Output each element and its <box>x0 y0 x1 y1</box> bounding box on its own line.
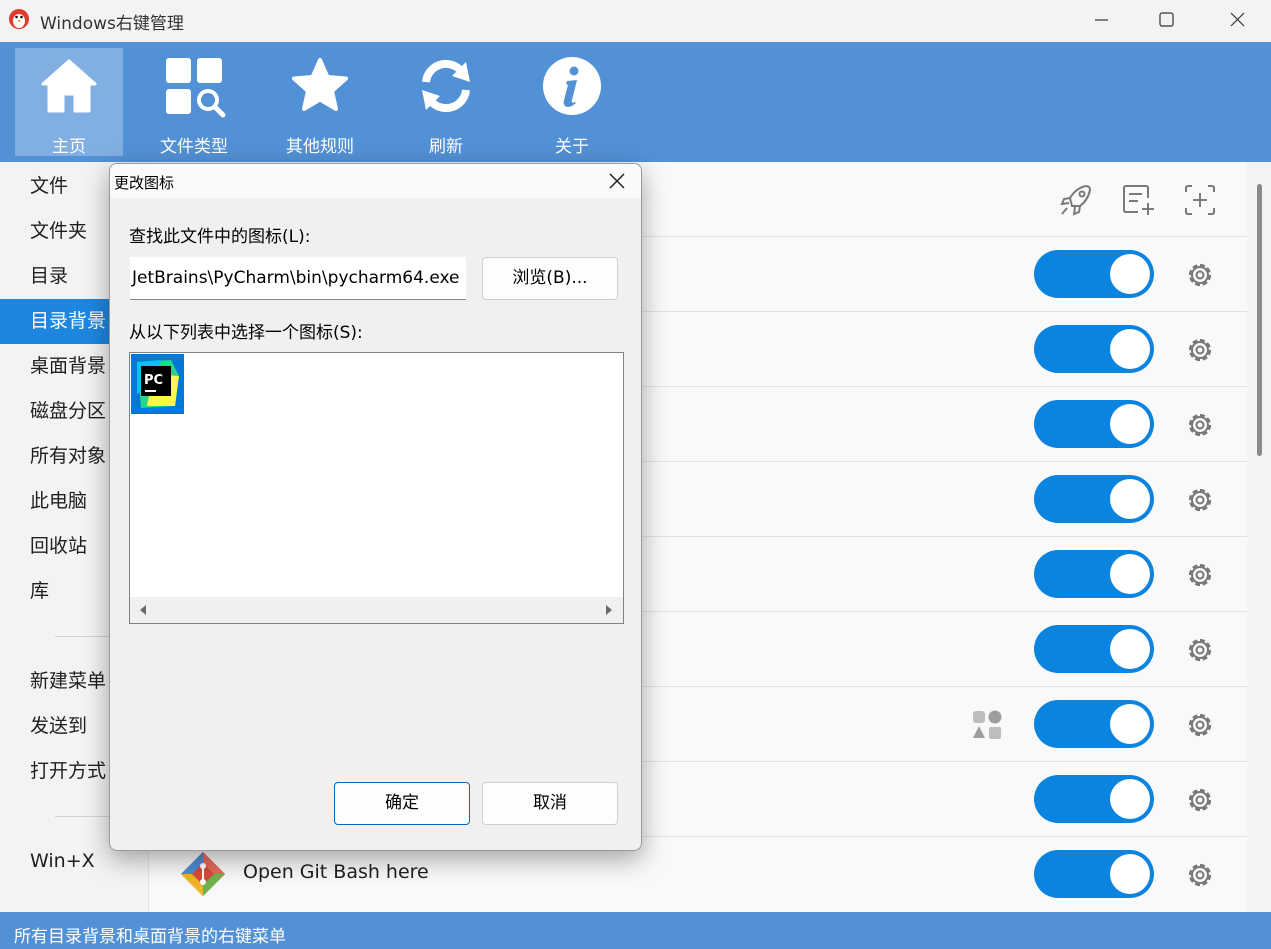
enable-toggle[interactable] <box>1034 400 1154 448</box>
refresh-icon <box>422 59 470 113</box>
gear-icon[interactable] <box>1183 783 1217 817</box>
tool-home-label: 主页 <box>52 137 86 157</box>
gear-icon[interactable] <box>1183 858 1217 892</box>
select-icon-label: 从以下列表中选择一个图标(S): <box>129 323 363 343</box>
minimize-button[interactable] <box>1078 4 1124 36</box>
gear-icon[interactable] <box>1183 333 1217 367</box>
vertical-scrollbar[interactable] <box>1247 162 1271 912</box>
main-toolbar: 主页 文件类型 其他规则 刷新 关于 <box>0 42 1271 162</box>
tool-home[interactable]: 主页 <box>15 48 123 157</box>
gear-icon[interactable] <box>1183 558 1217 592</box>
toggle-knob <box>1110 479 1150 519</box>
pycharm-icon-text: PC <box>144 373 163 388</box>
icon-file-path-value: JetBrains\PyCharm\bin\pycharm64.exe <box>132 268 460 288</box>
status-text: 所有目录背景和桌面背景的右键菜单 <box>14 927 286 947</box>
enable-toggle[interactable] <box>1034 775 1154 823</box>
gear-icon[interactable] <box>1183 633 1217 667</box>
title-bar: Windows右键管理 <box>0 0 1271 42</box>
enable-toggle[interactable] <box>1034 625 1154 673</box>
browse-button[interactable]: 浏览(B)... <box>482 257 618 300</box>
tool-about-label: 关于 <box>555 137 589 157</box>
tool-file-types-label: 文件类型 <box>160 137 228 157</box>
icon-list-hscrollbar[interactable] <box>130 597 623 623</box>
rocket-icon[interactable] <box>1056 180 1096 220</box>
info-icon <box>543 57 601 115</box>
ok-button[interactable]: 确定 <box>334 782 470 825</box>
enable-toggle[interactable] <box>1034 550 1154 598</box>
icon-file-path-input[interactable]: JetBrains\PyCharm\bin\pycharm64.exe <box>130 257 466 300</box>
app-icon <box>9 9 29 29</box>
gear-icon[interactable] <box>1183 708 1217 742</box>
git-icon <box>181 852 225 896</box>
gear-icon[interactable] <box>1183 483 1217 517</box>
icon-list-item-selected[interactable]: PC <box>131 354 184 414</box>
dialog-title-bar: 更改图标 <box>110 164 641 198</box>
change-icon-dialog: 更改图标 查找此文件中的图标(L): JetBrains\PyCharm\bin… <box>109 163 642 851</box>
toggle-knob <box>1110 554 1150 594</box>
shapes-icon <box>973 710 1002 739</box>
icon-list[interactable]: PC <box>129 352 624 624</box>
close-button[interactable] <box>1214 4 1260 36</box>
dialog-title: 更改图标 <box>114 174 175 192</box>
status-bar: 所有目录背景和桌面背景的右键菜单 <box>0 912 1271 949</box>
toggle-knob <box>1110 854 1150 894</box>
star-icon <box>292 58 348 111</box>
dialog-close-button[interactable] <box>600 167 634 195</box>
gear-icon[interactable] <box>1183 258 1217 292</box>
filetype-search-icon <box>166 58 226 118</box>
toggle-knob <box>1110 779 1150 819</box>
tool-file-types[interactable]: 文件类型 <box>140 48 248 157</box>
tool-refresh-label: 刷新 <box>429 137 463 157</box>
enable-toggle[interactable] <box>1034 850 1154 898</box>
cancel-button[interactable]: 取消 <box>482 782 618 825</box>
pycharm-icon: PC <box>131 354 184 414</box>
toggle-knob <box>1110 254 1150 294</box>
tool-other-rules-label: 其他规则 <box>286 137 354 157</box>
maximize-button[interactable] <box>1143 4 1189 36</box>
gear-icon[interactable] <box>1183 408 1217 442</box>
home-icon <box>41 59 97 113</box>
row-label: Open Git Bash here <box>243 861 429 883</box>
enable-toggle[interactable] <box>1034 475 1154 523</box>
toggle-knob <box>1110 404 1150 444</box>
tool-other-rules[interactable]: 其他规则 <box>266 48 374 157</box>
enable-toggle[interactable] <box>1034 250 1154 298</box>
add-note-icon[interactable] <box>1118 180 1158 220</box>
enable-toggle[interactable] <box>1034 700 1154 748</box>
toggle-knob <box>1110 704 1150 744</box>
find-icon-label: 查找此文件中的图标(L): <box>129 227 311 247</box>
scrollbar-thumb[interactable] <box>1257 184 1262 456</box>
tool-refresh[interactable]: 刷新 <box>392 48 500 157</box>
add-target-icon[interactable] <box>1180 180 1220 220</box>
window-title: Windows右键管理 <box>40 14 184 34</box>
enable-toggle[interactable] <box>1034 325 1154 373</box>
toggle-knob <box>1110 329 1150 369</box>
tool-about[interactable]: 关于 <box>518 48 626 157</box>
toggle-knob <box>1110 629 1150 669</box>
